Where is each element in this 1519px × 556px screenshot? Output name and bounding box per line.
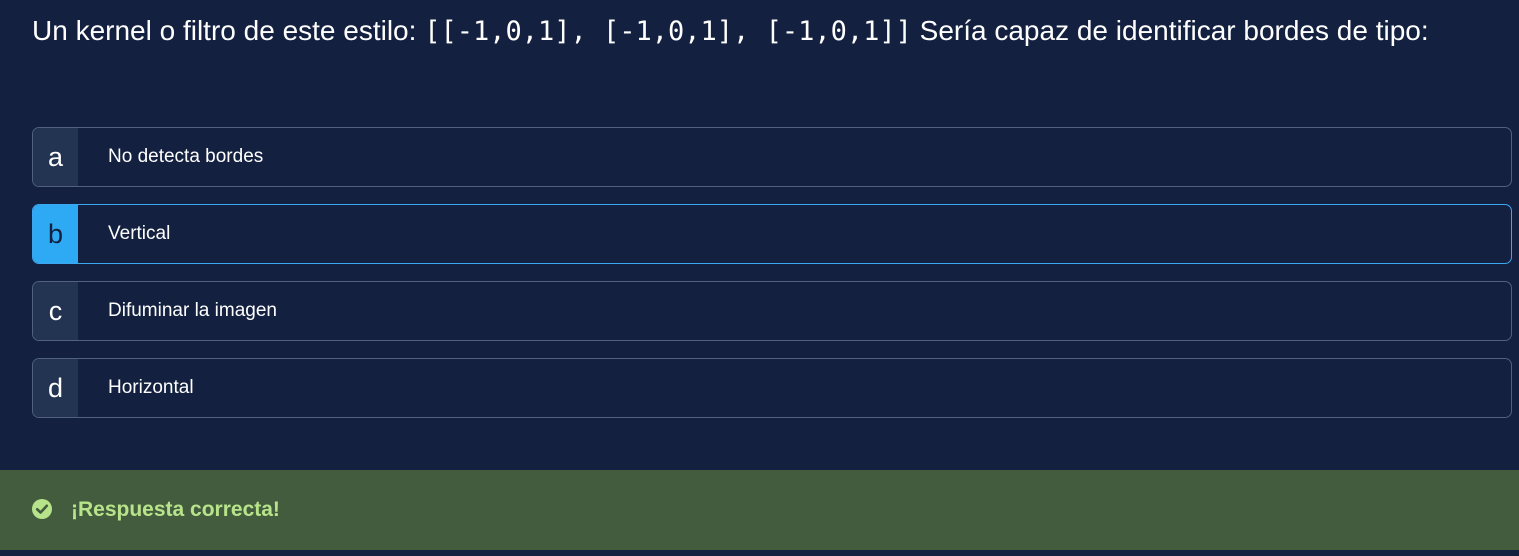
- question-kernel-code: [[-1,0,1], [-1,0,1], [-1,0,1]]: [424, 16, 912, 47]
- option-letter: c: [33, 282, 78, 340]
- question-text: Un kernel o filtro de este estilo: [[-1,…: [32, 8, 1492, 54]
- option-label: Difuminar la imagen: [108, 300, 277, 321]
- feedback-message: ¡Respuesta correcta!: [71, 498, 280, 521]
- option-d[interactable]: d Horizontal: [32, 358, 1512, 418]
- question-prefix: Un kernel o filtro de este estilo:: [32, 15, 425, 46]
- option-letter: b: [33, 205, 78, 263]
- feedback-banner: ¡Respuesta correcta!: [0, 470, 1519, 550]
- option-letter: d: [33, 359, 78, 417]
- option-a[interactable]: a No detecta bordes: [32, 127, 1512, 187]
- option-letter: a: [33, 128, 78, 186]
- option-label: Vertical: [108, 223, 171, 244]
- option-label: Horizontal: [108, 377, 194, 398]
- answer-options: a No detecta bordes b Vertical c Difumin…: [32, 127, 1512, 435]
- option-label: No detecta bordes: [108, 146, 264, 167]
- bottom-divider: [0, 550, 1519, 556]
- question-suffix: Sería capaz de identificar bordes de tip…: [911, 15, 1429, 46]
- option-b[interactable]: b Vertical: [32, 204, 1512, 264]
- option-c[interactable]: c Difuminar la imagen: [32, 281, 1512, 341]
- check-circle-icon: [32, 499, 52, 519]
